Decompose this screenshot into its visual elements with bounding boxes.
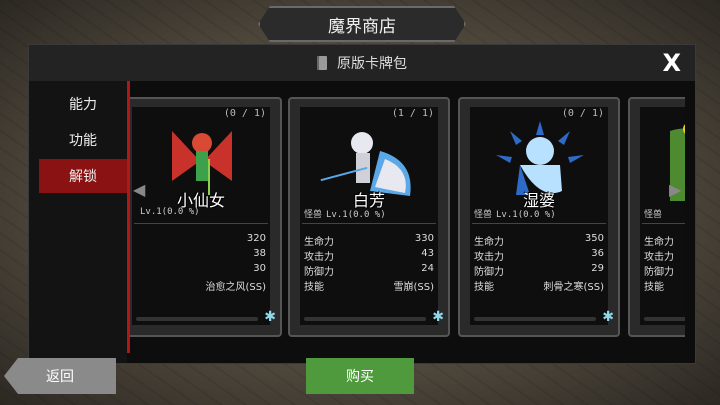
modal-header: 原版卡牌包 [29,45,695,81]
progress-bar [136,317,258,321]
stat-hp: 生命力 350 [474,233,604,248]
star-icon: ✱ [602,309,614,325]
stat-def: 30 [253,263,266,274]
shop-title: 魔界商店 [258,6,466,42]
stat-def: 防御力 29 [474,263,604,278]
stat-skill: 技能 刺骨之寒(SS) [474,282,604,293]
stat-hp: 生命力 [644,237,674,248]
stat-skill: 技能 雪崩(SS) [304,282,434,293]
card-level: Lv.1(0.0 %) [496,210,556,220]
stat-hp: 生命力 330 [304,233,434,248]
stat-skill: 技能 [644,282,664,293]
progress-bar [474,317,596,321]
card-count: (1 / 1) [391,108,434,119]
stat-def: 防御力 [644,267,674,278]
card-carousel: (0 / 1) 小仙女 Lv.1(0.0 %) 320 38 30 治愈之风(S… [130,97,685,337]
card-type: 怪兽 [644,210,663,220]
star-icon: ✱ [432,309,444,325]
card-fourth[interactable]: 赛 怪兽 生命力 攻击力 防御力 技能 [628,97,685,337]
back-button[interactable]: 返回 [4,358,116,394]
close-button[interactable]: X [662,49,681,77]
stat-def: 防御力 24 [304,263,434,278]
card-shiva[interactable]: (0 / 1) 湿婆 怪兽Lv.1(0.0 %) 生命力350 攻击力36 [458,97,620,337]
progress-bar [304,317,426,321]
modal-title: 原版卡牌包 [337,56,407,72]
card-type: 怪兽 [304,210,323,220]
stat-atk: 攻击力 36 [474,248,604,263]
star-icon: ✱ [264,309,276,325]
stat-atk: 攻击力 43 [304,248,434,263]
card-fairy[interactable]: (0 / 1) 小仙女 Lv.1(0.0 %) 320 38 30 治愈之风(S… [130,97,282,337]
sidebar: 能力 功能 解锁 [29,81,127,363]
stat-atk: 38 [253,248,266,259]
stat-hp: 320 [246,233,266,244]
stat-skill: 治愈之风(SS) [205,282,267,293]
tab-function[interactable]: 功能 [39,123,127,157]
stat-atk: 攻击力 [644,252,674,263]
card-level: Lv.1(0.0 %) [140,207,200,217]
book-icon [317,56,327,70]
scroll-right-icon[interactable]: ▶ [669,180,681,199]
card-level: Lv.1(0.0 %) [326,210,386,220]
card-type: 怪兽 [474,210,493,220]
scroll-left-icon[interactable]: ◀ [133,180,145,199]
card-count: (0 / 1) [223,108,266,119]
card-pack-modal: 原版卡牌包 X 能力 功能 解锁 (0 / 1) 小仙女 Lv.1(0.0 %)… [28,44,696,364]
tab-ability[interactable]: 能力 [39,87,127,121]
progress-bar [644,317,685,321]
buy-button[interactable]: 购买 [306,358,414,394]
card-count: (0 / 1) [561,108,604,119]
card-baifang[interactable]: (1 / 1) 白芳 怪兽 Lv.1(0.0 %) 生命力 330 攻击力 43 防御… [288,97,450,337]
tab-unlock[interactable]: 解锁 [39,159,127,193]
